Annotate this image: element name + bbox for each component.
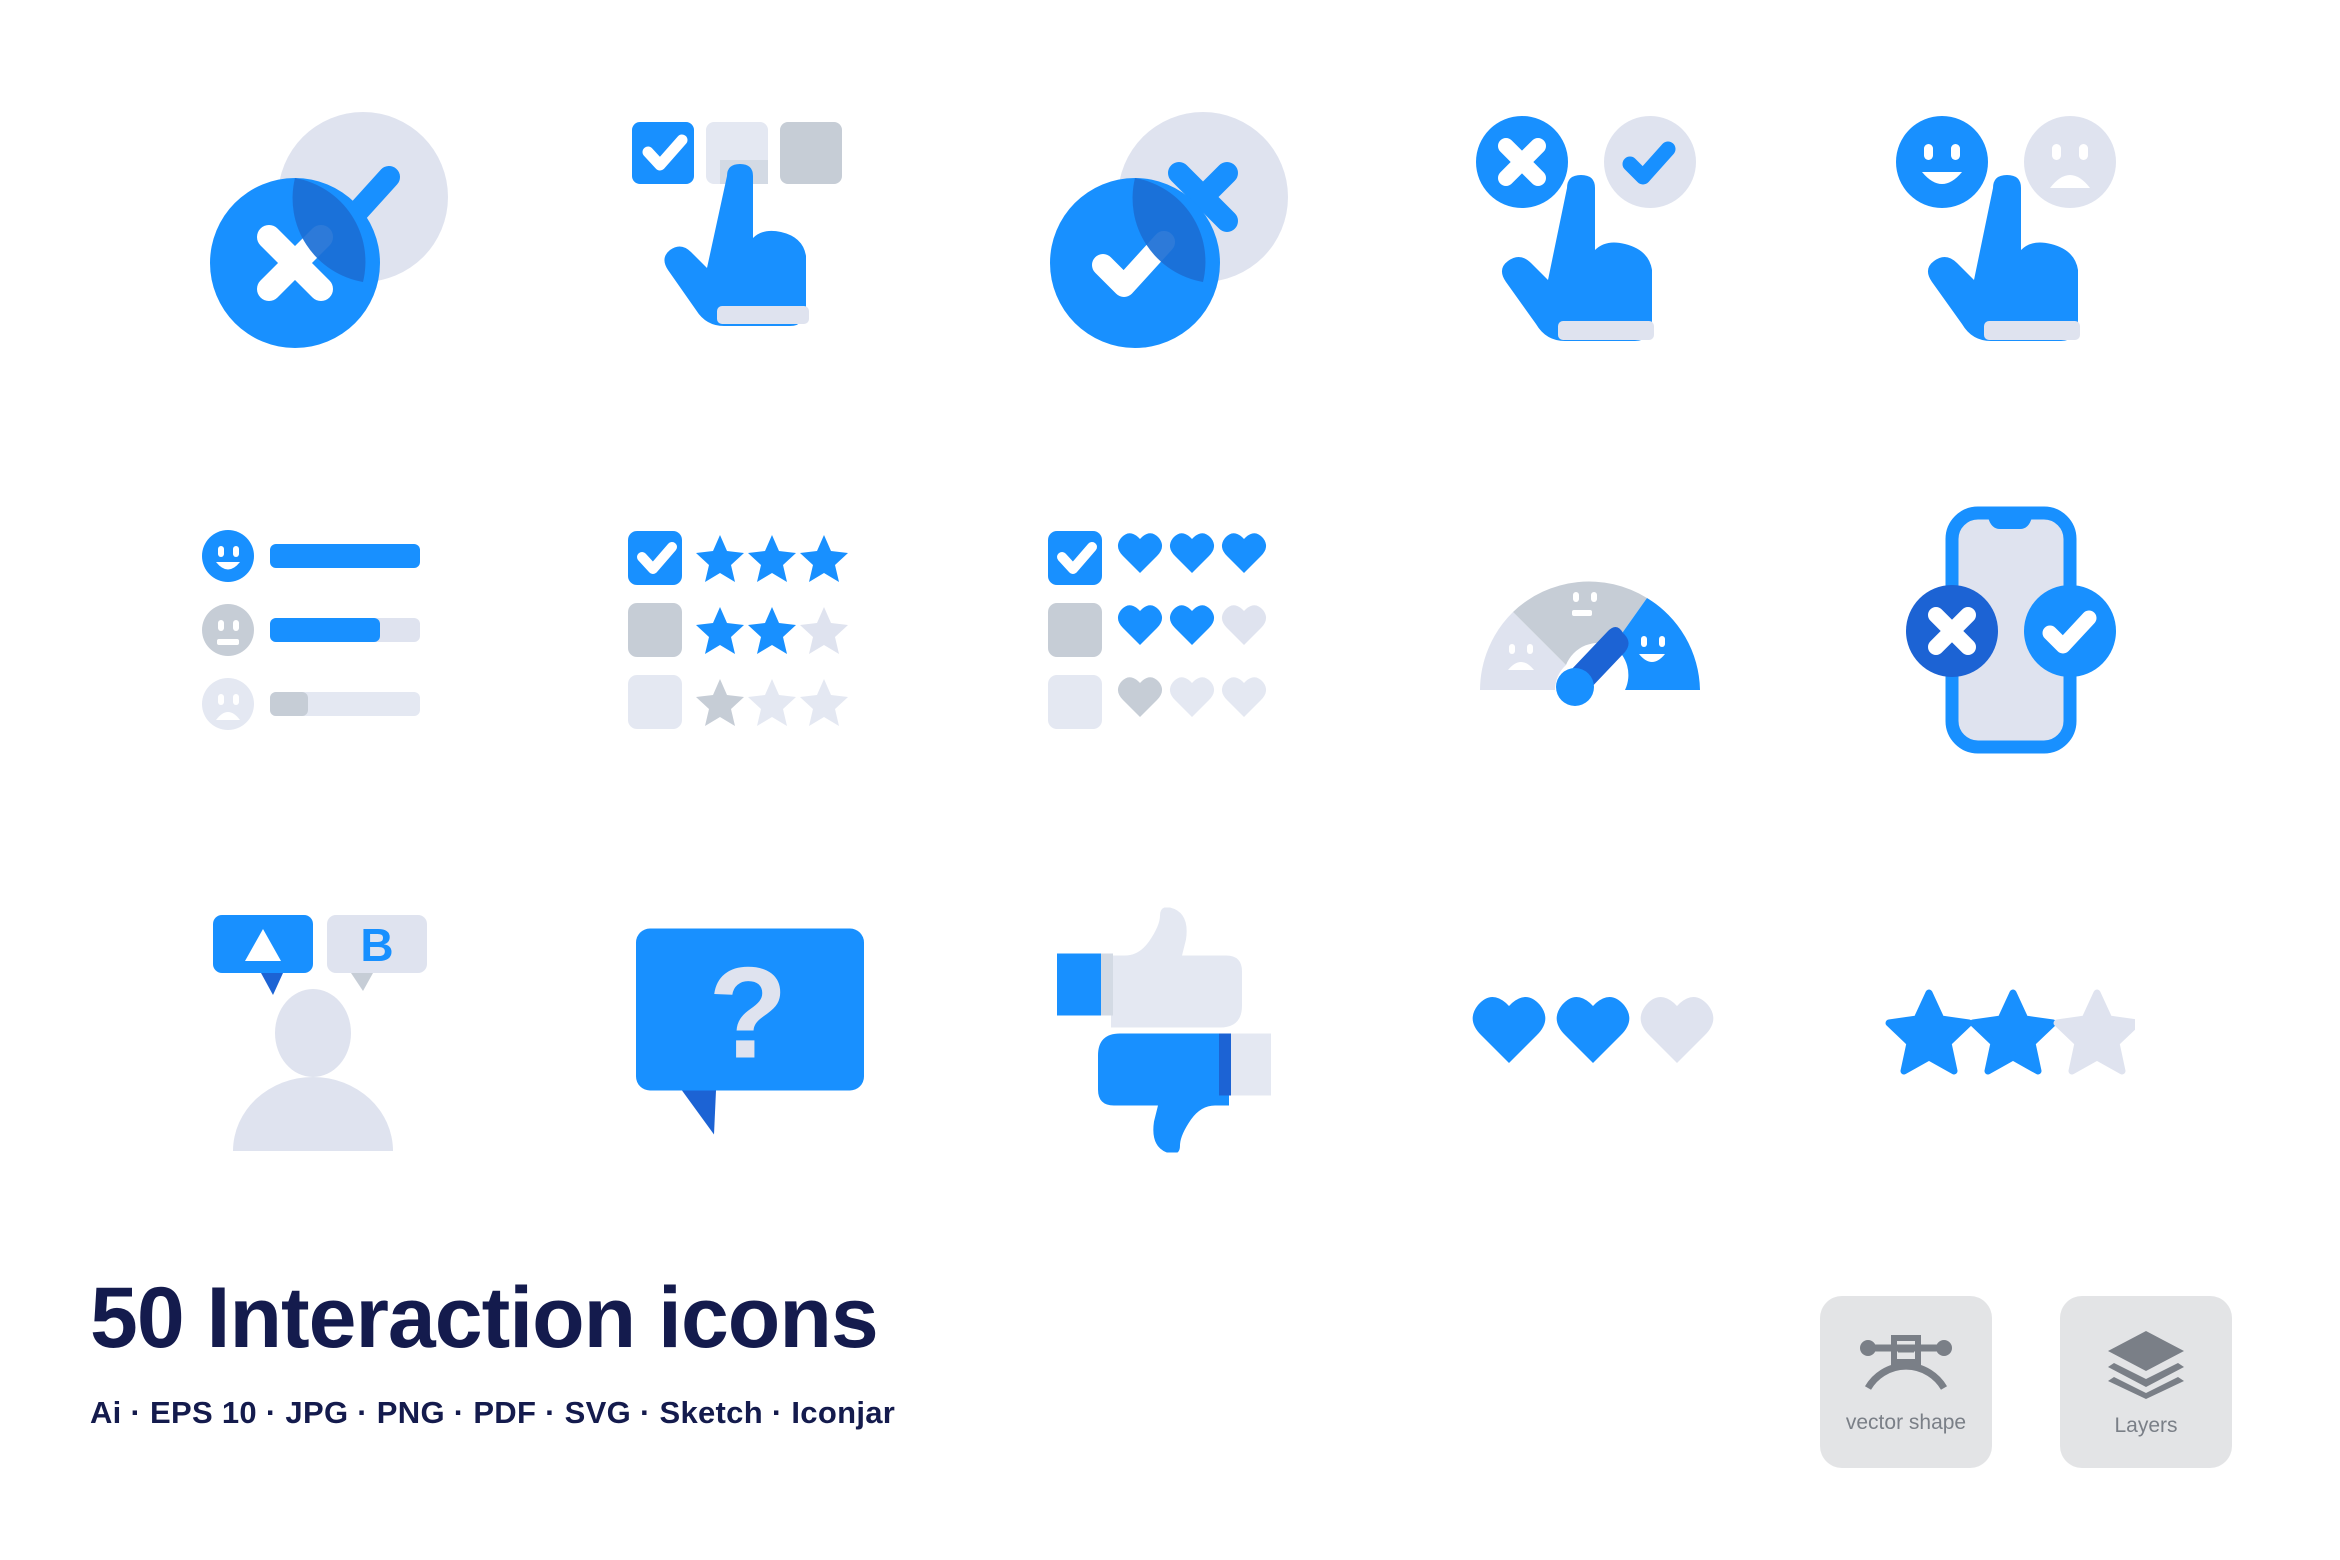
icon-checkbox-select-hand[interactable] bbox=[540, 30, 960, 430]
progress-bar-fill bbox=[270, 692, 308, 716]
badge-vector-shape[interactable]: vector shape bbox=[1820, 1296, 1992, 1468]
person-avatar-icon bbox=[233, 989, 393, 1151]
rating-row-1 bbox=[628, 531, 848, 585]
star-icon bbox=[800, 679, 848, 726]
satisfaction-row-happy bbox=[202, 530, 420, 582]
star-icon bbox=[696, 535, 744, 582]
heart-icon bbox=[1117, 605, 1163, 645]
thumb-down-icon bbox=[1098, 1033, 1271, 1153]
icon-ab-testing-person[interactable]: B bbox=[120, 830, 540, 1230]
rating-row-1 bbox=[1048, 531, 1267, 585]
light-circle-check-icon bbox=[1604, 116, 1696, 208]
icon-satisfaction-bars[interactable] bbox=[120, 430, 540, 830]
page-title: 50 Interaction icons bbox=[90, 1270, 879, 1366]
icon-thumbs-up-down[interactable] bbox=[960, 830, 1380, 1230]
layers-stack-icon bbox=[2104, 1327, 2188, 1404]
blue-circle-cross-icon bbox=[1476, 116, 1568, 208]
rating-row-2 bbox=[628, 603, 848, 657]
star-icon bbox=[1885, 989, 1973, 1075]
formats-line: Ai · EPS 10 · JPG · PNG · PDF · SVG · Sk… bbox=[90, 1395, 896, 1430]
star-icon bbox=[748, 607, 796, 654]
speech-bubble-b: B bbox=[327, 915, 427, 991]
icon-overlap-check-cross[interactable] bbox=[960, 30, 1380, 430]
speech-bubble-a bbox=[213, 915, 313, 995]
heart-icon bbox=[1556, 996, 1630, 1063]
badge-group: vector shape Layers bbox=[1820, 1296, 2232, 1468]
star-icon bbox=[696, 607, 744, 654]
speech-bubble-tail bbox=[682, 1090, 716, 1135]
star-icon bbox=[800, 607, 848, 654]
icon-heart-rating-list[interactable] bbox=[960, 430, 1380, 830]
heart-icon bbox=[1221, 677, 1267, 717]
progress-bar-fill bbox=[270, 618, 380, 642]
star-icon bbox=[800, 535, 848, 582]
satisfaction-row-sad bbox=[202, 678, 420, 730]
star-icon bbox=[2053, 989, 2135, 1075]
rating-row-2 bbox=[1048, 603, 1267, 657]
rating-row-3 bbox=[628, 675, 848, 729]
icon-star-rating[interactable] bbox=[1800, 830, 2220, 1230]
poster-canvas: B ? 50 Interaction icons Ai · EPS 10 · J… bbox=[0, 0, 2340, 1560]
heart-icon bbox=[1169, 605, 1215, 645]
bezier-pen-icon bbox=[1858, 1330, 1954, 1401]
heart-icon bbox=[1472, 996, 1546, 1063]
pointing-hand-icon bbox=[664, 164, 809, 326]
checkbox-checked-icon bbox=[632, 122, 694, 184]
star-icon bbox=[748, 679, 796, 726]
icon-overlap-cross-check[interactable] bbox=[120, 30, 540, 430]
checkbox-empty-icon bbox=[780, 122, 842, 184]
thumb-up-icon bbox=[1057, 907, 1242, 1028]
star-icon bbox=[1969, 989, 2057, 1075]
heart-icon bbox=[1221, 605, 1267, 645]
heart-icon bbox=[1640, 996, 1714, 1063]
question-mark-glyph: ? bbox=[708, 940, 787, 1086]
badge-layers[interactable]: Layers bbox=[2060, 1296, 2232, 1468]
sad-face-icon bbox=[2024, 116, 2116, 208]
icon-grid: B ? bbox=[120, 30, 2220, 1230]
icon-heart-rating[interactable] bbox=[1380, 830, 1800, 1230]
icon-choose-mood-hand[interactable] bbox=[1800, 30, 2220, 430]
heart-icon bbox=[1221, 533, 1267, 573]
heart-icon bbox=[1117, 677, 1163, 717]
check-circle-icon bbox=[2024, 585, 2116, 677]
icon-star-rating-list[interactable] bbox=[540, 430, 960, 830]
cross-circle-icon bbox=[1906, 585, 1998, 677]
progress-bar-track bbox=[270, 544, 420, 568]
happy-face-icon bbox=[1896, 116, 1988, 208]
icon-mobile-feedback[interactable] bbox=[1800, 430, 2220, 830]
satisfaction-row-neutral bbox=[202, 604, 420, 656]
footer: 50 Interaction icons Ai · EPS 10 · JPG ·… bbox=[90, 1275, 1690, 1431]
heart-icon bbox=[1169, 533, 1215, 573]
icon-choose-yes-no-hand[interactable] bbox=[1380, 30, 1800, 430]
star-icon bbox=[748, 535, 796, 582]
badge-label: Layers bbox=[2114, 1413, 2178, 1437]
heart-icon bbox=[1169, 677, 1215, 717]
star-icon bbox=[696, 679, 744, 726]
icon-satisfaction-gauge[interactable] bbox=[1380, 430, 1800, 830]
rating-row-3 bbox=[1048, 675, 1267, 729]
heart-icon bbox=[1117, 533, 1163, 573]
icon-question-bubble[interactable]: ? bbox=[540, 830, 960, 1230]
badge-label: vector shape bbox=[1845, 1410, 1967, 1434]
letter-b-glyph: B bbox=[360, 919, 393, 971]
